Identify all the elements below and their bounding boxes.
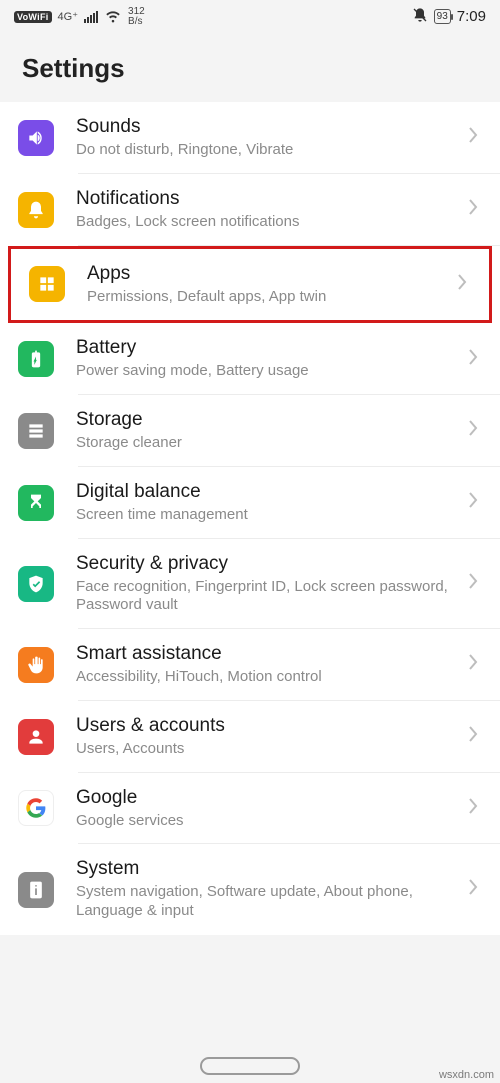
google-icon — [18, 790, 54, 826]
hand-icon — [18, 647, 54, 683]
row-digital-balance[interactable]: Digital balance Screen time management — [0, 467, 500, 539]
row-sub: Screen time management — [76, 506, 468, 525]
attribution: wsxdn.com — [439, 1069, 494, 1081]
battery-icon — [18, 341, 54, 377]
row-system[interactable]: System System navigation, Software updat… — [0, 844, 500, 935]
row-google[interactable]: Google Google services — [0, 773, 500, 845]
row-title: Smart assistance — [76, 643, 468, 665]
chevron-right-icon — [468, 349, 482, 370]
row-sub: System navigation, Software update, Abou… — [76, 883, 468, 921]
row-sub: Google services — [76, 812, 468, 831]
row-sub: Accessibility, HiTouch, Motion control — [76, 668, 468, 687]
settings-list: Sounds Do not disturb, Ringtone, Vibrate… — [0, 102, 500, 935]
row-title: Security & privacy — [76, 553, 468, 575]
chevron-right-icon — [468, 573, 482, 594]
row-sub: Power saving mode, Battery usage — [76, 362, 468, 381]
row-notifications[interactable]: Notifications Badges, Lock screen notifi… — [0, 174, 500, 246]
net-speed: 312 B/s — [128, 7, 145, 27]
sound-icon — [18, 120, 54, 156]
row-title: Battery — [76, 337, 468, 359]
highlight-box: Apps Permissions, Default apps, App twin — [8, 246, 492, 324]
row-users[interactable]: Users & accounts Users, Accounts — [0, 701, 500, 773]
row-sub: Face recognition, Fingerprint ID, Lock s… — [76, 578, 468, 616]
row-sub: Permissions, Default apps, App twin — [87, 288, 457, 307]
chevron-right-icon — [468, 798, 482, 819]
row-sub: Do not disturb, Ringtone, Vibrate — [76, 141, 468, 160]
chevron-right-icon — [468, 127, 482, 148]
vowifi-badge: VoWiFi — [14, 11, 52, 23]
shield-icon — [18, 566, 54, 602]
row-battery[interactable]: Battery Power saving mode, Battery usage — [0, 323, 500, 395]
row-sounds[interactable]: Sounds Do not disturb, Ringtone, Vibrate — [0, 102, 500, 174]
row-title: Google — [76, 787, 468, 809]
row-title: Storage — [76, 409, 468, 431]
row-title: Sounds — [76, 116, 468, 138]
chevron-right-icon — [468, 420, 482, 441]
chevron-right-icon — [468, 492, 482, 513]
status-left: VoWiFi 4G⁺ 312 B/s — [14, 6, 145, 27]
mute-icon — [412, 7, 428, 26]
signal-icon — [84, 11, 98, 23]
chevron-right-icon — [468, 879, 482, 900]
home-pill[interactable] — [200, 1057, 300, 1075]
page-title: Settings — [0, 31, 500, 102]
row-title: Users & accounts — [76, 715, 468, 737]
row-apps[interactable]: Apps Permissions, Default apps, App twin — [11, 249, 489, 321]
settings-screen: { "status": { "vowifi": "VoWiFi", "net_g… — [0, 0, 500, 1083]
storage-icon — [18, 413, 54, 449]
chevron-right-icon — [457, 274, 471, 295]
row-sub: Badges, Lock screen notifications — [76, 213, 468, 232]
bell-icon — [18, 192, 54, 228]
apps-icon — [29, 266, 65, 302]
chevron-right-icon — [468, 726, 482, 747]
row-title: Notifications — [76, 188, 468, 210]
chevron-right-icon — [468, 654, 482, 675]
chevron-right-icon — [468, 199, 482, 220]
row-title: Apps — [87, 263, 457, 285]
row-storage[interactable]: Storage Storage cleaner — [0, 395, 500, 467]
hourglass-icon — [18, 485, 54, 521]
battery-indicator: 93 — [434, 9, 451, 24]
clock: 7:09 — [457, 8, 486, 25]
status-bar: VoWiFi 4G⁺ 312 B/s 93 7:09 — [0, 0, 500, 31]
row-smart-assistance[interactable]: Smart assistance Accessibility, HiTouch,… — [0, 629, 500, 701]
navbar — [0, 1057, 500, 1075]
row-title: Digital balance — [76, 481, 468, 503]
network-gen: 4G⁺ — [58, 10, 78, 23]
row-sub: Users, Accounts — [76, 740, 468, 759]
phone-info-icon — [18, 872, 54, 908]
status-right: 93 7:09 — [412, 7, 486, 26]
wifi-icon — [104, 6, 122, 27]
user-icon — [18, 719, 54, 755]
row-security[interactable]: Security & privacy Face recognition, Fin… — [0, 539, 500, 630]
row-title: System — [76, 858, 468, 880]
row-sub: Storage cleaner — [76, 434, 468, 453]
